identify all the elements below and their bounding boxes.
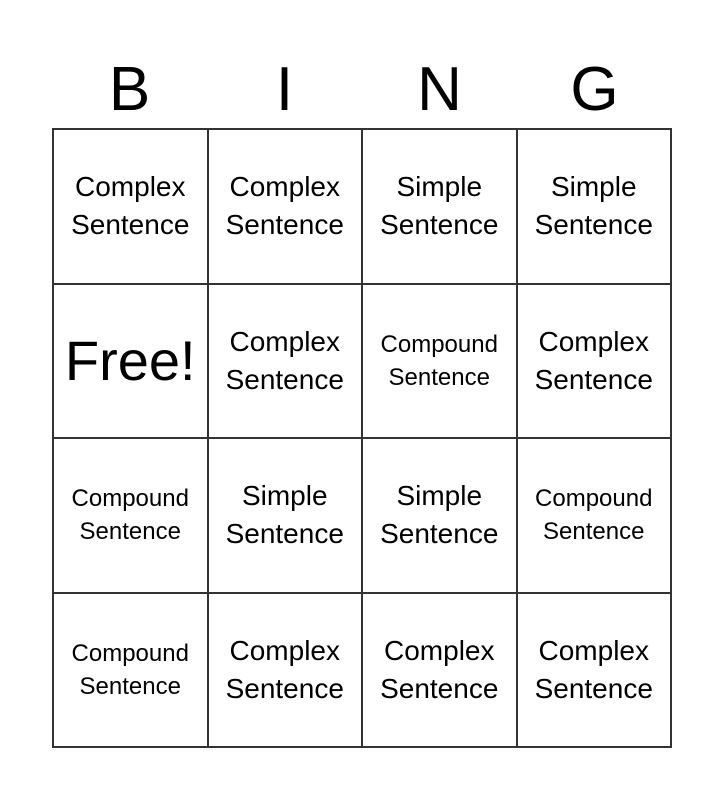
bingo-cell[interactable]: Simple Sentence (207, 438, 362, 593)
header-letter-g: G (570, 55, 619, 124)
bingo-cell[interactable]: Complex Sentence (362, 592, 517, 747)
bingo-cell[interactable]: Complex Sentence (207, 129, 362, 284)
bingo-cell[interactable]: Complex Sentence (53, 129, 208, 284)
bingo-cell[interactable]: Simple Sentence (362, 129, 517, 284)
bingo-cell[interactable]: Complex Sentence (516, 283, 671, 438)
header-letter-n: N (417, 55, 462, 124)
bingo-cell[interactable]: Compound Sentence (362, 283, 517, 438)
free-space-cell[interactable]: Free! (53, 283, 208, 438)
bingo-cell[interactable]: Complex Sentence (207, 592, 362, 747)
bingo-cell[interactable]: Compound Sentence (516, 438, 671, 593)
bingo-cell[interactable]: Simple Sentence (362, 438, 517, 593)
bingo-cell[interactable]: Compound Sentence (53, 592, 208, 747)
bingo-card-grid: Complex Sentence Complex Sentence Simple Sent… (52, 128, 672, 748)
bingo-cell[interactable]: Compound Sentence (53, 438, 208, 593)
bingo-cell[interactable]: Complex Sentence (516, 592, 671, 747)
header-letter-b: B (108, 55, 151, 124)
bingo-cell[interactable]: Simple Sentence (516, 129, 671, 284)
header-letter-i: I (275, 55, 294, 124)
bingo-header: B I N G (52, 52, 672, 128)
bingo-cell[interactable]: Complex Sentence (207, 283, 362, 438)
